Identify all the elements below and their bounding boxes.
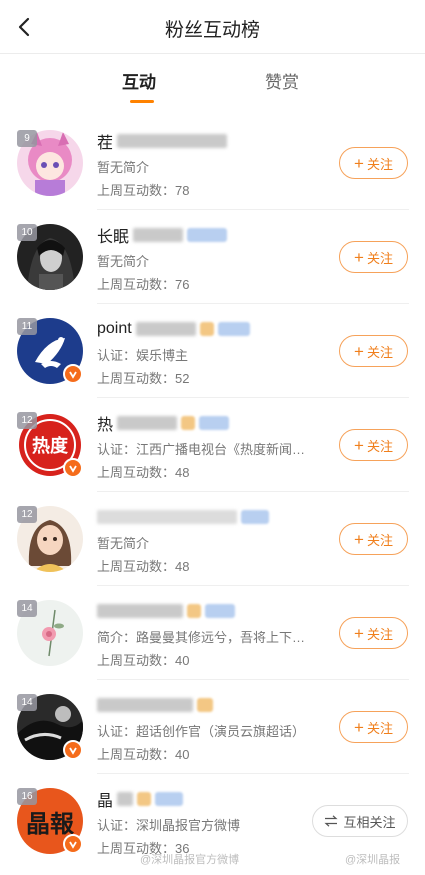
verified-badge-icon bbox=[63, 834, 83, 854]
active-tab-indicator bbox=[130, 100, 154, 103]
blurred-tag bbox=[217, 322, 250, 336]
blurred-tag bbox=[187, 604, 201, 618]
avatar[interactable]: 9 bbox=[17, 130, 83, 196]
verified-badge-icon bbox=[63, 740, 83, 760]
list-item[interactable]: 9 茬 暂无简介 上周互动数：78 + 关注 bbox=[0, 116, 425, 210]
tab-interaction[interactable]: 互动 bbox=[122, 68, 156, 93]
blurred-tag bbox=[181, 416, 196, 430]
list-item[interactable]: 14 简介：路曼曼其修远兮，吾将上下… 上周互动数：40 + 关注 bbox=[0, 586, 425, 680]
follow-button[interactable]: + 关注 bbox=[339, 429, 408, 461]
blurred-tag bbox=[197, 698, 213, 712]
plus-icon: + bbox=[354, 341, 364, 361]
verified-badge-icon bbox=[63, 458, 83, 478]
interaction-count: 上周互动数：40 bbox=[97, 653, 190, 668]
blurred-name bbox=[133, 228, 184, 242]
user-name[interactable] bbox=[97, 506, 269, 528]
top-bar: 粉丝互动榜 bbox=[0, 0, 425, 54]
user-intro: 认证：娱乐博主 bbox=[97, 348, 189, 363]
follow-button[interactable]: + 关注 bbox=[339, 147, 408, 179]
mutual-follow-button[interactable]: 互相关注 bbox=[312, 805, 408, 837]
rank-badge: 14 bbox=[17, 600, 37, 617]
rank-badge: 12 bbox=[17, 412, 37, 429]
avatar[interactable]: 12 bbox=[17, 506, 83, 572]
plus-icon: + bbox=[354, 717, 364, 737]
list-item[interactable]: 12 暂无简介 上周互动数：48 + 关注 bbox=[0, 492, 425, 586]
user-name[interactable]: 晶 bbox=[97, 788, 184, 810]
blurred-name bbox=[135, 322, 196, 336]
user-intro: 认证：深圳晶报官方微博 bbox=[97, 818, 241, 833]
avatar[interactable]: 11 bbox=[17, 318, 83, 384]
list-item[interactable]: 11 point 认证：娱乐博主 上周互动数：52 + 关注 bbox=[0, 304, 425, 398]
rank-badge: 11 bbox=[17, 318, 37, 335]
blurred-name bbox=[117, 134, 228, 148]
plus-icon: + bbox=[354, 623, 364, 643]
interaction-count: 上周互动数：48 bbox=[97, 559, 190, 574]
user-name[interactable] bbox=[97, 600, 235, 622]
user-intro: 暂无简介 bbox=[97, 160, 150, 175]
list-item[interactable]: 10 长眠 暂无简介 上周互动数：76 + 关注 bbox=[0, 210, 425, 304]
blurred-tag bbox=[205, 604, 235, 618]
user-intro: 认证：超话创作官（演员云旗超话） bbox=[97, 724, 306, 739]
blurred-name bbox=[97, 604, 183, 618]
blurred-tag bbox=[199, 322, 214, 336]
user-name[interactable]: point bbox=[97, 318, 250, 340]
plus-icon: + bbox=[354, 435, 364, 455]
avatar[interactable]: 14 bbox=[17, 600, 83, 666]
rank-badge: 14 bbox=[17, 694, 37, 711]
follow-button[interactable]: + 关注 bbox=[339, 241, 408, 273]
rank-badge: 16 bbox=[17, 788, 37, 805]
user-name[interactable]: 茬 bbox=[97, 130, 228, 152]
interaction-count: 上周互动数：76 bbox=[97, 277, 190, 292]
user-intro: 暂无简介 bbox=[97, 536, 150, 551]
follow-button[interactable]: + 关注 bbox=[339, 523, 408, 555]
interaction-count: 上周互动数：48 bbox=[97, 465, 190, 480]
user-name[interactable]: 长眠 bbox=[97, 224, 228, 246]
follow-button[interactable]: + 关注 bbox=[339, 335, 408, 367]
avatar-logo-text: 热度 bbox=[32, 435, 69, 457]
user-intro: 暂无简介 bbox=[97, 254, 150, 269]
watermark-text: @深圳晶报 bbox=[345, 854, 401, 866]
user-name[interactable] bbox=[97, 694, 213, 716]
avatar[interactable]: 热度 12 bbox=[17, 412, 83, 478]
avatar-logo-text: 晶報 bbox=[26, 809, 75, 838]
interaction-count: 上周互动数：40 bbox=[97, 747, 190, 762]
blurred-tag bbox=[199, 416, 230, 430]
blurred-tag bbox=[155, 792, 184, 806]
rank-badge: 9 bbox=[17, 130, 37, 147]
verified-badge-icon bbox=[63, 364, 83, 384]
blurred-tag bbox=[137, 792, 152, 806]
blurred-tag bbox=[187, 228, 228, 242]
plus-icon: + bbox=[354, 153, 364, 173]
avatar[interactable]: 晶報 16 bbox=[17, 788, 83, 854]
interaction-count: 上周互动数：78 bbox=[97, 183, 190, 198]
page-title: 粉丝互动榜 bbox=[164, 20, 260, 41]
blurred-tag bbox=[241, 510, 269, 524]
mutual-arrows-icon bbox=[324, 815, 339, 827]
follow-button[interactable]: + 关注 bbox=[339, 711, 408, 743]
blurred-name bbox=[97, 510, 237, 524]
blurred-name bbox=[117, 792, 134, 806]
follow-button[interactable]: + 关注 bbox=[339, 617, 408, 649]
rank-badge: 12 bbox=[17, 506, 37, 523]
list-item[interactable]: 14 认证：超话创作官（演员云旗超话） 上周互动数：40 + 关注 bbox=[0, 680, 425, 774]
interaction-count: 上周互动数：52 bbox=[97, 371, 190, 386]
plus-icon: + bbox=[354, 247, 364, 267]
rank-badge: 10 bbox=[17, 224, 37, 241]
list-item[interactable]: 热度 12 热 认证：江西广播电视台《热度新闻… 上周互动数：48 + 关注 bbox=[0, 398, 425, 492]
watermark-text: @深圳晶报官方微博 bbox=[140, 854, 240, 866]
user-intro: 认证：江西广播电视台《热度新闻… bbox=[97, 442, 306, 457]
avatar[interactable]: 14 bbox=[17, 694, 83, 760]
avatar[interactable]: 10 bbox=[17, 224, 83, 290]
blurred-name bbox=[97, 698, 193, 712]
tab-reward[interactable]: 赞赏 bbox=[265, 68, 299, 93]
tab-bar: 互动 赞赏 bbox=[0, 54, 425, 114]
blurred-name bbox=[117, 416, 178, 430]
plus-icon: + bbox=[354, 529, 364, 549]
user-name[interactable]: 热 bbox=[97, 412, 230, 434]
user-intro: 简介：路曼曼其修远兮，吾将上下… bbox=[97, 630, 306, 645]
